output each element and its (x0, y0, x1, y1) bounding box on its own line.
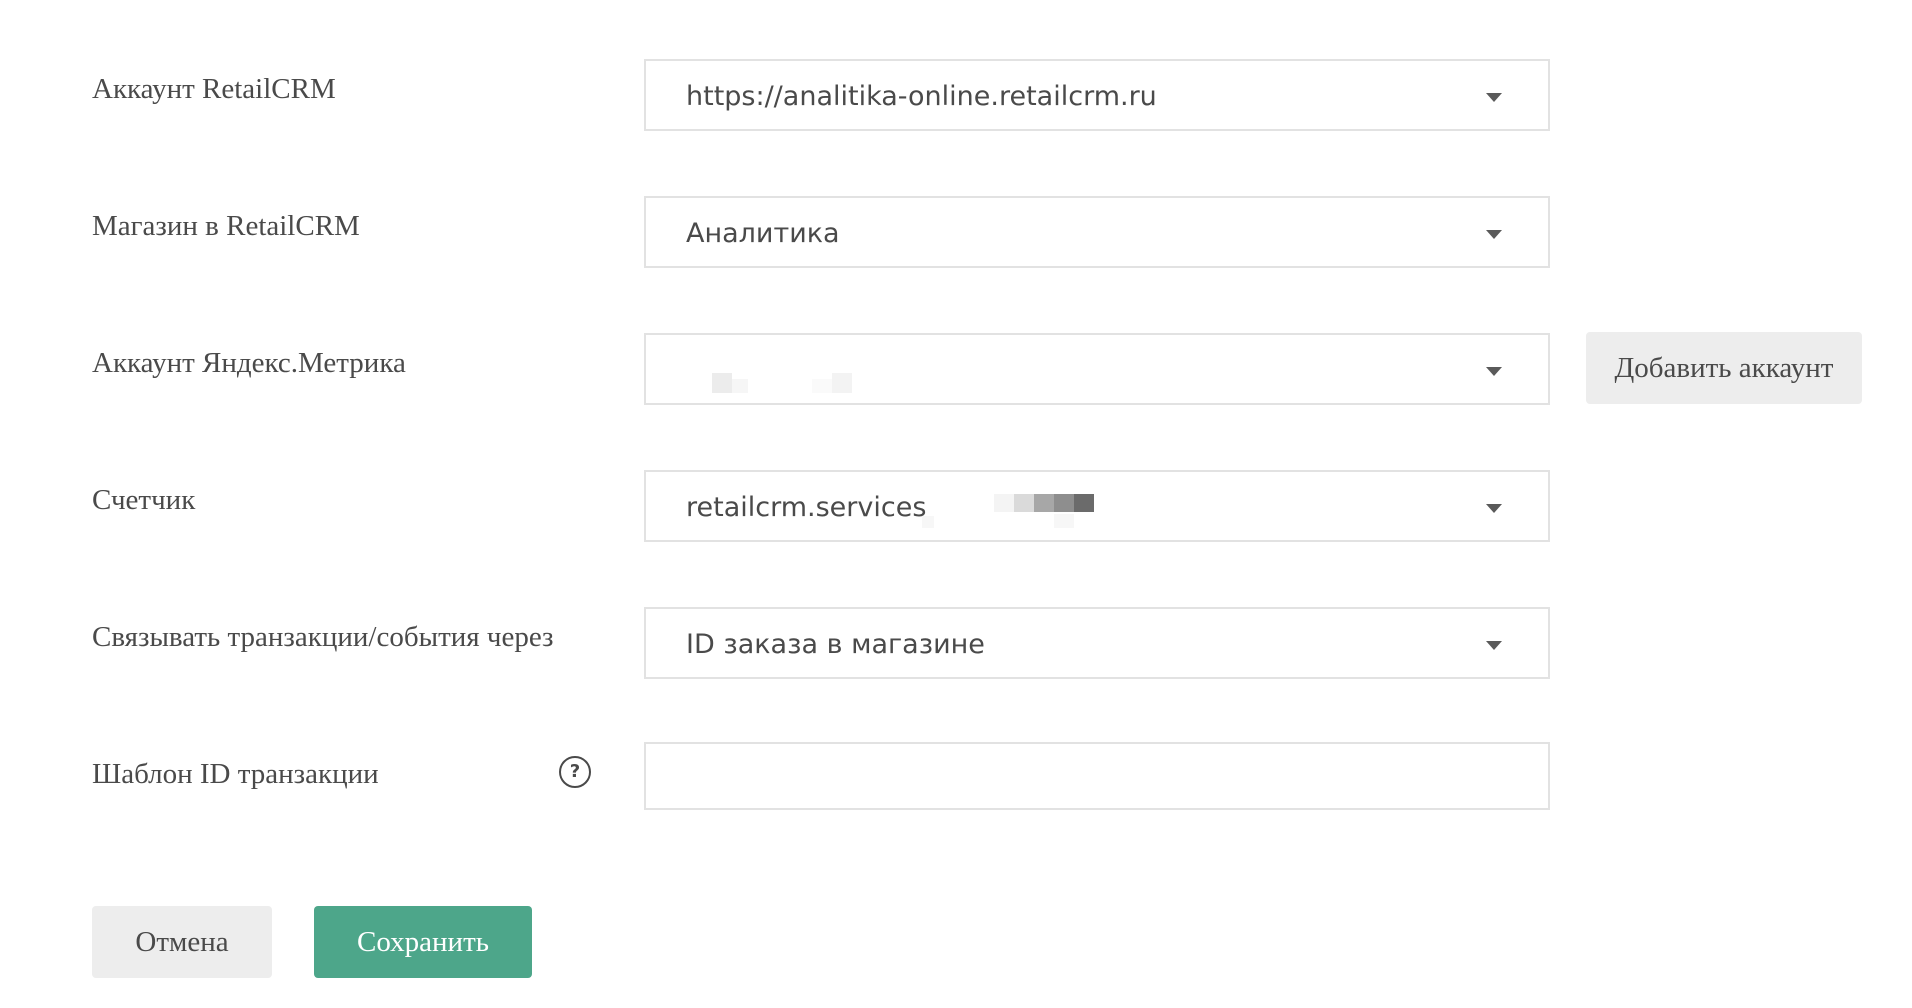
question-circle-icon[interactable]: ? (559, 756, 591, 788)
link-via-value: ID заказа в магазине (686, 629, 985, 660)
link-via-select[interactable]: ID заказа в магазине (644, 607, 1550, 679)
counter-value: retailcrm.services (686, 492, 927, 523)
redacted-value-overlay (994, 494, 1014, 512)
yandex-account-label: Аккаунт Яндекс.Метрика (92, 347, 406, 379)
redacted-value-overlay (1054, 514, 1074, 528)
redacted-value-overlay (1034, 494, 1054, 512)
chevron-down-icon (1486, 367, 1502, 376)
link-via-label: Связывать транзакции/события через (92, 621, 554, 653)
save-button[interactable]: Сохранить (314, 906, 532, 978)
redacted-value-overlay (732, 379, 748, 393)
retailcrm-shop-select[interactable]: Аналитика (644, 196, 1550, 268)
counter-label: Счетчик (92, 484, 196, 516)
chevron-down-icon (1486, 504, 1502, 513)
transaction-template-label: Шаблон ID транзакции (92, 758, 379, 790)
yandex-account-select[interactable] (644, 333, 1550, 405)
redacted-value-overlay (1074, 494, 1094, 512)
redacted-value-overlay (812, 379, 832, 393)
redacted-value-overlay (1014, 494, 1034, 512)
redacted-value-overlay (922, 516, 934, 528)
integration-settings-form: Аккаунт RetailCRM https://analitika-onli… (0, 0, 1912, 1008)
redacted-value-overlay (832, 373, 852, 393)
redacted-value-overlay (712, 373, 732, 393)
chevron-down-icon (1486, 641, 1502, 650)
retailcrm-shop-value: Аналитика (686, 218, 840, 249)
redacted-value-overlay (1054, 494, 1074, 512)
cancel-button[interactable]: Отмена (92, 906, 272, 978)
retailcrm-shop-label: Магазин в RetailCRM (92, 210, 360, 242)
retailcrm-account-value: https://analitika-online.retailcrm.ru (686, 81, 1157, 112)
chevron-down-icon (1486, 93, 1502, 102)
add-account-button[interactable]: Добавить аккаунт (1586, 332, 1862, 404)
chevron-down-icon (1486, 230, 1502, 239)
counter-select[interactable]: retailcrm.services (644, 470, 1550, 542)
transaction-template-input[interactable] (644, 742, 1550, 810)
retailcrm-account-label: Аккаунт RetailCRM (92, 73, 336, 105)
retailcrm-account-select[interactable]: https://analitika-online.retailcrm.ru (644, 59, 1550, 131)
